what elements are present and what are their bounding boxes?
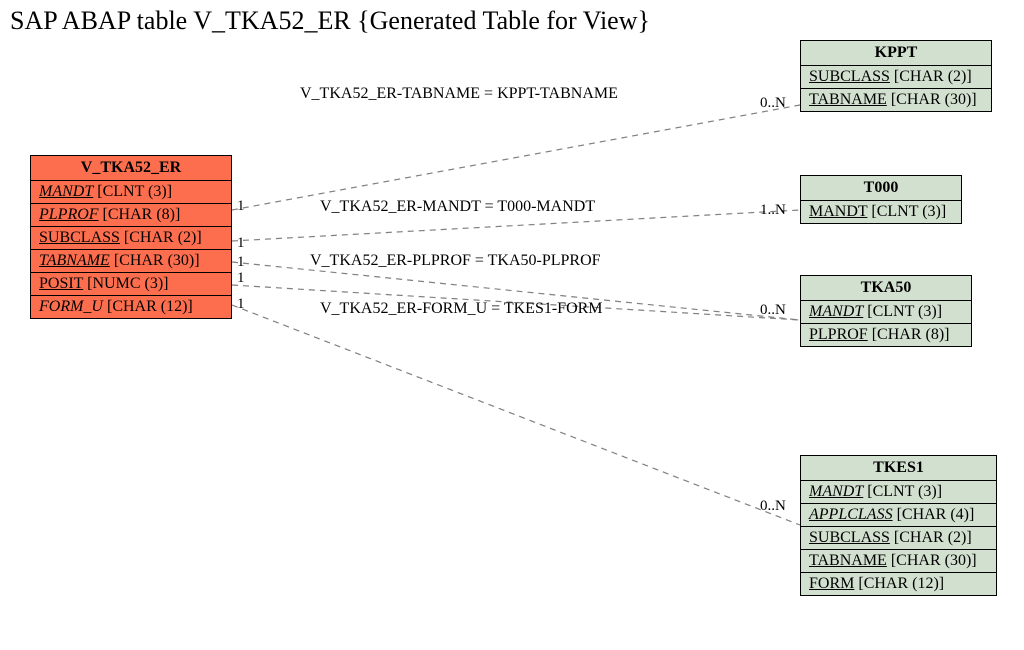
entity-field: POSIT [NUMC (3)] [31, 273, 231, 296]
cardinality: 0..N [760, 302, 786, 319]
cardinality: 1 [237, 235, 245, 252]
entity-field: APPLCLASS [CHAR (4)] [801, 504, 996, 527]
entity-tkes1: TKES1 MANDT [CLNT (3)]APPLCLASS [CHAR (4… [800, 455, 997, 596]
entity-header: TKA50 [801, 276, 971, 301]
relation-label: V_TKA52_ER-PLPROF = TKA50-PLPROF [310, 252, 601, 270]
relation-label: V_TKA52_ER-MANDT = T000-MANDT [320, 198, 595, 216]
entity-field: TABNAME [CHAR (30)] [31, 250, 231, 273]
cardinality: 0..N [760, 498, 786, 515]
entity-field: MANDT [CLNT (3)] [801, 201, 961, 223]
entity-field: SUBCLASS [CHAR (2)] [801, 527, 996, 550]
entity-field: MANDT [CLNT (3)] [801, 481, 996, 504]
relation-label: V_TKA52_ER-TABNAME = KPPT-TABNAME [300, 85, 618, 103]
entity-header: T000 [801, 176, 961, 201]
cardinality: 1..N [760, 202, 786, 219]
entity-field: SUBCLASS [CHAR (2)] [31, 227, 231, 250]
entity-kppt: KPPT SUBCLASS [CHAR (2)]TABNAME [CHAR (3… [800, 40, 992, 112]
entity-header: TKES1 [801, 456, 996, 481]
entity-field: PLPROF [CHAR (8)] [31, 204, 231, 227]
entity-field: FORM_U [CHAR (12)] [31, 296, 231, 318]
cardinality: 1 [237, 296, 245, 313]
entity-field: MANDT [CLNT (3)] [31, 181, 231, 204]
entity-field: TABNAME [CHAR (30)] [801, 89, 991, 111]
entity-t000: T000 MANDT [CLNT (3)] [800, 175, 962, 224]
cardinality: 0..N [760, 95, 786, 112]
cardinality: 1 [237, 254, 245, 271]
entity-field: TABNAME [CHAR (30)] [801, 550, 996, 573]
cardinality: 1 [237, 198, 245, 215]
entity-field: SUBCLASS [CHAR (2)] [801, 66, 991, 89]
cardinality: 1 [237, 270, 245, 287]
entity-tka50: TKA50 MANDT [CLNT (3)]PLPROF [CHAR (8)] [800, 275, 972, 347]
page-title: SAP ABAP table V_TKA52_ER {Generated Tab… [10, 6, 650, 36]
entity-field: PLPROF [CHAR (8)] [801, 324, 971, 346]
entity-field: FORM [CHAR (12)] [801, 573, 996, 595]
entity-field: MANDT [CLNT (3)] [801, 301, 971, 324]
relation-label: V_TKA52_ER-FORM_U = TKES1-FORM [320, 300, 603, 318]
entity-header: KPPT [801, 41, 991, 66]
entity-header: V_TKA52_ER [31, 156, 231, 181]
entity-v-tka52-er: V_TKA52_ER MANDT [CLNT (3)]PLPROF [CHAR … [30, 155, 232, 319]
